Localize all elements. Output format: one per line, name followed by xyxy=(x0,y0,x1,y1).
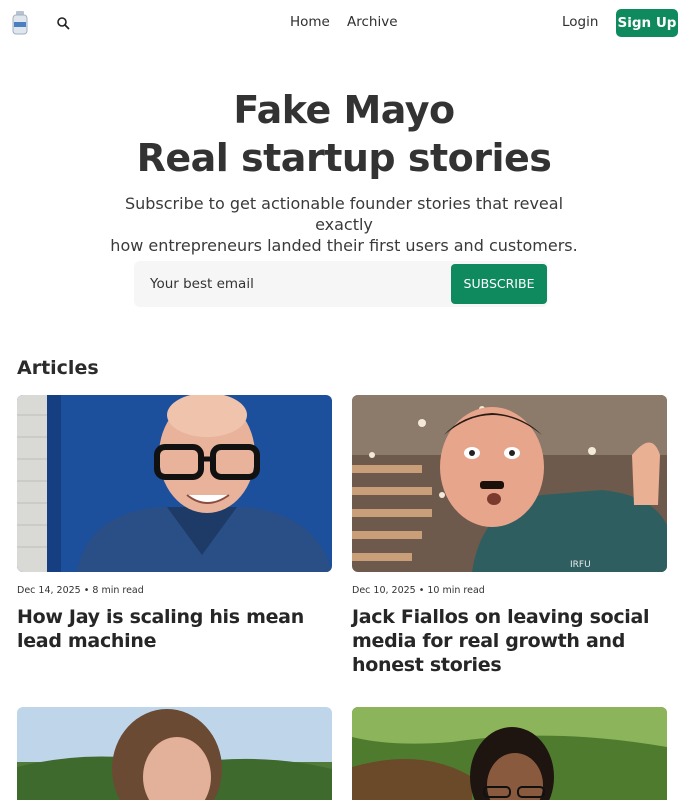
search-icon[interactable] xyxy=(56,16,70,30)
nav-archive-link[interactable]: Archive xyxy=(347,14,398,30)
nav-home-link[interactable]: Home xyxy=(290,14,330,30)
hero-subtitle: Subscribe to get actionable founder stor… xyxy=(94,193,594,256)
article-meta-2: Dec 10, 2025 • 10 min read xyxy=(352,585,485,596)
hero-title-line2: Real startup stories xyxy=(136,136,552,180)
bottle-logo-icon[interactable] xyxy=(12,11,28,35)
article-title-1[interactable]: How Jay is scaling his mean lead machine xyxy=(17,605,332,653)
hero-title: Fake Mayo Real startup stories xyxy=(0,86,688,182)
article-image-jack[interactable]: IRFU xyxy=(352,395,667,572)
article-readtime: 10 min read xyxy=(427,585,485,596)
article-meta-1: Dec 14, 2025 • 8 min read xyxy=(17,585,144,596)
article-title-line: media for real growth and xyxy=(352,630,625,652)
article-date: Dec 14, 2025 xyxy=(17,585,81,596)
hero-subtitle-line2: how entrepreneurs landed their first use… xyxy=(110,236,578,255)
hero-title-line1: Fake Mayo xyxy=(233,88,455,132)
top-nav: Home Archive Login Sign Up xyxy=(0,0,688,46)
article-title-line: honest stories xyxy=(352,654,502,676)
articles-heading: Articles xyxy=(17,357,99,379)
article-image-3[interactable] xyxy=(17,707,332,800)
hero-subtitle-line1: Subscribe to get actionable founder stor… xyxy=(124,194,564,234)
signup-button[interactable]: Sign Up xyxy=(616,9,678,37)
article-image-4[interactable] xyxy=(352,707,667,800)
article-date: Dec 10, 2025 xyxy=(352,585,416,596)
article-readtime: 8 min read xyxy=(92,585,144,596)
article-title-line: Jack Fiallos on leaving social xyxy=(352,606,650,628)
subscribe-button[interactable]: SUBSCRIBE xyxy=(451,264,547,304)
article-title-line: How Jay is scaling his mean xyxy=(17,606,304,628)
email-field[interactable]: Your best email xyxy=(150,276,254,292)
article-image-jay[interactable] xyxy=(17,395,332,572)
login-link[interactable]: Login xyxy=(562,14,598,30)
svg-text:IRFU: IRFU xyxy=(570,560,591,570)
article-title-line: lead machine xyxy=(17,630,157,652)
article-title-2[interactable]: Jack Fiallos on leaving social media for… xyxy=(352,605,670,677)
